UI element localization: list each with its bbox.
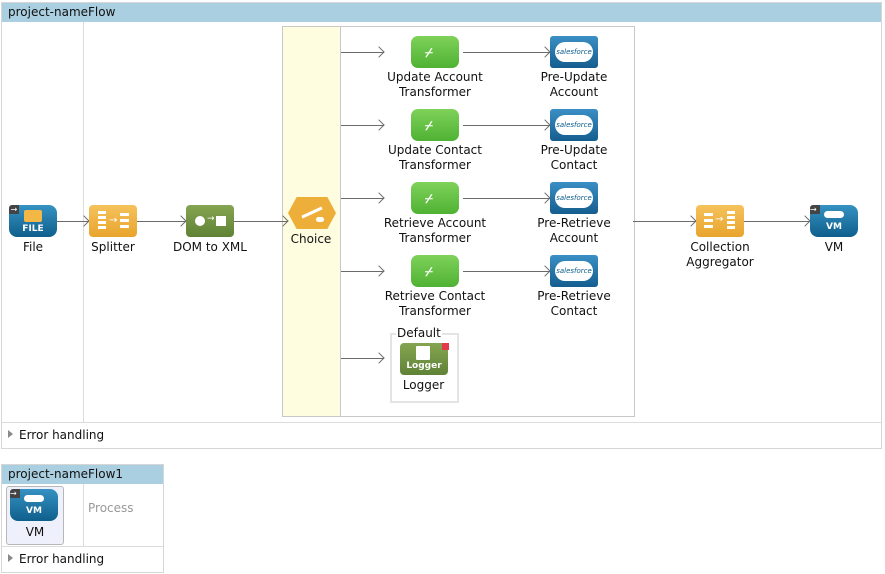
salesforce-label-line1: Pre-Retrieve <box>537 216 611 230</box>
transformer-label-line1: Retrieve Account <box>383 216 487 230</box>
flow-project-nameFlow1: project-nameFlow1 → VM VM Process Error … <box>1 464 164 573</box>
aggregator-label-line1: Collection <box>690 240 750 254</box>
error-handling-toggle[interactable]: Error handling <box>8 552 104 566</box>
error-divider <box>2 546 163 547</box>
error-handling-label: Error handling <box>19 428 105 442</box>
error-handling-toggle[interactable]: Error handling <box>8 428 104 442</box>
transformer-label-line1: Retrieve Contact <box>384 289 486 303</box>
error-handling-label: Error handling <box>19 552 105 566</box>
transformer-label-line2: Transformer <box>398 158 471 172</box>
salesforce-label-line1: Pre-Retrieve <box>537 289 611 303</box>
list-glyph <box>727 211 735 231</box>
choice-label: Choice <box>290 232 332 246</box>
outbound-arrow-icon: → <box>810 205 820 214</box>
aggregator-label-line2: Aggregator <box>686 255 754 269</box>
transformer-label-line2: Transformer <box>398 85 471 99</box>
vm-icon-text: VM <box>26 506 42 516</box>
source-divider <box>83 484 84 546</box>
vm-label: VM <box>824 240 844 254</box>
process-placeholder[interactable]: Process <box>88 501 134 516</box>
salesforce-cloud: salesforce <box>555 188 593 208</box>
default-caption: Default <box>396 326 442 341</box>
vm-label: VM <box>25 525 45 539</box>
salesforce-icon[interactable]: salesforce <box>550 36 598 68</box>
dom-to-xml-label: DOM to XML <box>173 240 247 254</box>
salesforce-icon[interactable]: salesforce <box>550 182 598 214</box>
vm-endpoint-icon[interactable]: → VM <box>10 489 58 521</box>
route-connector <box>341 52 384 53</box>
square-glyph <box>216 216 226 226</box>
flow-title[interactable]: project-nameFlow <box>2 3 881 22</box>
expand-triangle-icon <box>8 554 13 562</box>
salesforce-label-line2: Contact <box>550 304 598 318</box>
inbound-arrow-icon: → <box>9 205 19 214</box>
salesforce-label-line1: Pre-Update <box>540 70 608 84</box>
salesforce-label-line1: Pre-Update <box>540 143 608 157</box>
connector <box>234 221 288 222</box>
route-connector <box>341 358 384 359</box>
connector <box>463 271 550 272</box>
connector <box>463 52 550 53</box>
folder-icon <box>24 210 42 222</box>
salesforce-cloud: salesforce <box>555 261 593 281</box>
logger-label: Logger <box>402 378 445 392</box>
salesforce-label-line2: Contact <box>550 158 598 172</box>
file-endpoint-icon: → FILE <box>9 205 57 237</box>
dom-to-xml-icon[interactable]: → <box>186 205 234 237</box>
connector <box>463 125 550 126</box>
route-connector <box>341 271 384 272</box>
circle-glyph <box>195 216 205 226</box>
arrow-glyph: → <box>109 215 118 226</box>
salesforce-label-line2: Account <box>549 231 599 245</box>
connector <box>744 221 810 222</box>
choice-router-icon[interactable] <box>288 197 336 229</box>
document-glyph <box>416 346 430 360</box>
salesforce-icon[interactable]: salesforce <box>550 255 598 287</box>
file-label: File <box>22 240 44 254</box>
transformer-label-line2: Transformer <box>398 231 471 245</box>
splitter-icon[interactable]: → <box>89 205 137 237</box>
error-badge-icon <box>442 343 449 350</box>
arrow-glyph: → <box>715 214 724 225</box>
collection-aggregator-icon[interactable]: → <box>696 205 744 237</box>
logger-icon[interactable]: Logger <box>400 343 449 375</box>
file-icon-text: FILE <box>22 224 44 234</box>
transformer-label-line1: Update Account <box>387 70 483 84</box>
error-divider <box>2 422 881 423</box>
pipe-glyph <box>824 211 844 218</box>
salesforce-label-line2: Account <box>549 85 599 99</box>
transformer-icon[interactable]: ⌿ <box>411 255 459 287</box>
salesforce-cloud: salesforce <box>555 42 593 62</box>
transformer-icon[interactable]: ⌿ <box>411 36 459 68</box>
transform-glyph: ⌿ <box>425 119 433 134</box>
vm-endpoint-icon[interactable]: → VM <box>810 205 858 237</box>
splitter-label: Splitter <box>91 240 135 254</box>
inbound-arrow-icon: → <box>10 489 20 498</box>
transform-glyph: ⌿ <box>425 46 433 61</box>
list-glyph <box>98 211 106 231</box>
route-connector <box>341 125 384 126</box>
flow-title[interactable]: project-nameFlow1 <box>2 465 163 484</box>
transformer-icon[interactable]: ⌿ <box>411 109 459 141</box>
connector <box>137 221 186 222</box>
transformer-label-line2: Transformer <box>398 304 471 318</box>
logger-icon-text: Logger <box>406 361 442 371</box>
connector <box>463 198 550 199</box>
route-connector <box>341 198 384 199</box>
transform-glyph: ⌿ <box>425 265 433 280</box>
expand-triangle-icon <box>8 430 13 438</box>
transformer-label-line1: Update Contact <box>388 143 482 157</box>
transformer-icon[interactable]: ⌿ <box>411 182 459 214</box>
list-glyph <box>120 213 129 229</box>
connector <box>57 221 89 222</box>
arrow-glyph: → <box>207 214 215 224</box>
salesforce-icon[interactable]: salesforce <box>550 109 598 141</box>
pipe-glyph <box>24 495 44 502</box>
list-glyph <box>704 213 713 229</box>
connector <box>633 221 696 222</box>
transform-glyph: ⌿ <box>425 192 433 207</box>
branch-glyph <box>316 217 324 222</box>
vm-icon-text: VM <box>826 222 842 232</box>
salesforce-cloud: salesforce <box>555 115 593 135</box>
